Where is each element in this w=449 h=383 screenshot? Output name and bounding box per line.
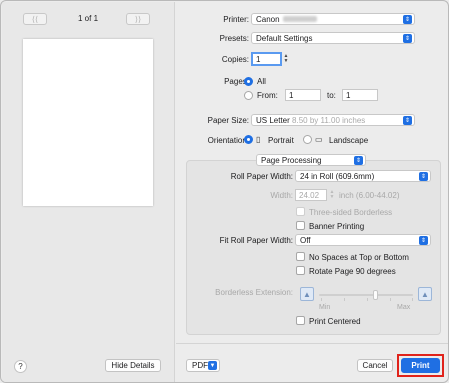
portrait-radio[interactable] xyxy=(244,135,253,144)
portrait-label: Portrait xyxy=(268,136,294,145)
printer-model-redacted xyxy=(282,16,317,22)
printer-label: Printer: xyxy=(223,15,249,24)
paper-size-value: US Letter xyxy=(256,115,290,125)
landscape-radio[interactable] xyxy=(303,135,312,144)
chevron-up-down-icon: ⇕ xyxy=(403,34,412,43)
fit-roll-label: Fit Roll Paper Width: xyxy=(219,236,293,245)
presets-select[interactable]: Default Settings ⇕ xyxy=(251,32,415,44)
slider-tick xyxy=(412,298,413,301)
width-field[interactable]: 24.02 xyxy=(295,189,327,201)
pages-to-field[interactable]: 1 xyxy=(342,89,378,101)
extension-min-icon: ▲ xyxy=(300,287,314,301)
width-unit: inch (6.00-44.02) xyxy=(339,191,400,200)
slider-tick xyxy=(321,298,322,301)
roll-width-select[interactable]: 24 in Roll (609.6mm) ⇕ xyxy=(295,170,431,182)
printer-select[interactable]: Canon ⇕ xyxy=(251,13,415,25)
orientation-label: Orientation: xyxy=(207,136,249,145)
presets-value: Default Settings xyxy=(256,33,313,43)
extension-slider-knob[interactable] xyxy=(373,290,378,300)
chevron-up-down-icon: ⇕ xyxy=(419,236,428,245)
rotate-label: Rotate Page 90 degrees xyxy=(309,267,396,276)
three-sided-label: Three-sided Borderless xyxy=(309,208,393,217)
portrait-icon: ▯ xyxy=(256,135,261,144)
roll-width-value: 24 in Roll (609.6mm) xyxy=(300,171,375,181)
paper-size-label: Paper Size: xyxy=(207,116,249,125)
no-spaces-label: No Spaces at Top or Bottom xyxy=(309,253,409,262)
page-counter: 1 of 1 xyxy=(78,14,99,23)
roll-width-label: Roll Paper Width: xyxy=(230,172,293,181)
borderless-ext-label: Borderless Extension: xyxy=(215,288,293,297)
pages-from-field[interactable]: 1 xyxy=(285,89,321,101)
double-chevron-right-icon: ⟩⟩ xyxy=(134,14,142,24)
copies-field[interactable]: 1 xyxy=(251,52,282,66)
rotate-checkbox[interactable] xyxy=(296,266,305,275)
paper-size-dims: 8.50 by 11.00 inches xyxy=(292,115,366,125)
fit-roll-value: Off xyxy=(300,235,311,245)
hide-details-button[interactable]: Hide Details xyxy=(105,359,161,372)
extension-slider-track[interactable] xyxy=(319,294,413,296)
chevron-up-down-icon: ⇕ xyxy=(419,172,428,181)
slider-tick xyxy=(367,298,368,301)
section-select[interactable]: Page Processing ⇕ xyxy=(256,154,366,166)
landscape-label: Landscape xyxy=(329,136,369,145)
previous-page-button[interactable]: ⟨⟨ xyxy=(23,13,47,25)
next-page-button[interactable]: ⟩⟩ xyxy=(126,13,150,25)
width-stepper[interactable]: ▲ ▼ xyxy=(329,189,335,201)
pdf-label: PDF xyxy=(192,361,208,370)
pages-all-radio[interactable] xyxy=(244,77,253,86)
no-spaces-checkbox[interactable] xyxy=(296,252,305,261)
fit-roll-select[interactable]: Off ⇕ xyxy=(295,234,431,246)
copies-label: Copies: xyxy=(221,55,249,64)
preview-pane: ⟨⟨ 1 of 1 ⟩⟩ ? Hide Details xyxy=(2,2,175,382)
print-centered-checkbox[interactable] xyxy=(296,316,305,325)
settings-pane: Printer: Canon ⇕ Presets: Default Settin… xyxy=(176,2,448,382)
pages-from-label: From: xyxy=(257,91,278,100)
extension-max-icon: ▲ xyxy=(418,287,432,301)
slider-tick xyxy=(344,298,345,301)
chevron-up-down-icon: ⇕ xyxy=(403,15,412,24)
print-button[interactable]: Print xyxy=(401,358,440,373)
width-label: Width: xyxy=(270,191,293,200)
help-button[interactable]: ? xyxy=(14,360,27,373)
chevron-down-icon: ▼ xyxy=(208,361,217,370)
print-dialog: ⟨⟨ 1 of 1 ⟩⟩ ? Hide Details Printer: Can… xyxy=(0,0,449,383)
banner-printing-label: Banner Printing xyxy=(309,222,365,231)
pages-to-label: to: xyxy=(327,91,336,100)
pages-range-radio[interactable] xyxy=(244,91,253,100)
slider-max-label: Max xyxy=(397,304,411,311)
pdf-menu-button[interactable]: PDF ▼ xyxy=(186,359,220,372)
cancel-button[interactable]: Cancel xyxy=(357,359,393,372)
paper-size-select[interactable]: US Letter 8.50 by 11.00 inches ⇕ xyxy=(251,114,415,126)
chevron-down-icon: ▼ xyxy=(329,194,335,200)
landscape-icon: ▭ xyxy=(315,135,323,144)
footer-divider xyxy=(176,343,448,344)
chevron-up-down-icon: ⇕ xyxy=(354,156,363,165)
section-value: Page Processing xyxy=(261,155,322,165)
three-sided-checkbox[interactable] xyxy=(296,207,305,216)
pages-all-label: All xyxy=(257,77,266,86)
chevron-up-down-icon: ⇕ xyxy=(403,116,412,125)
banner-printing-checkbox[interactable] xyxy=(296,221,305,230)
copies-stepper[interactable]: ▲ ▼ xyxy=(283,53,289,65)
printer-value: Canon xyxy=(256,14,280,24)
presets-label: Presets: xyxy=(219,34,249,43)
double-chevron-left-icon: ⟨⟨ xyxy=(31,14,39,24)
slider-tick xyxy=(390,298,391,301)
print-centered-label: Print Centered xyxy=(309,317,361,326)
chevron-down-icon: ▼ xyxy=(283,58,289,64)
page-preview xyxy=(23,39,153,206)
slider-min-label: Min xyxy=(319,304,331,311)
